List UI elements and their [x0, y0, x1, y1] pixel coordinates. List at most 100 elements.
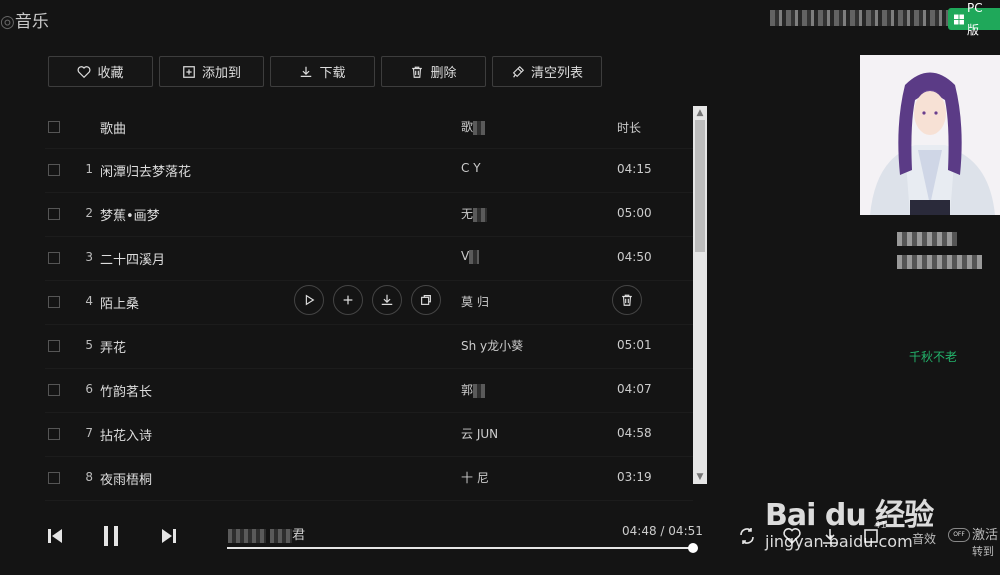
share-song-button[interactable] [411, 285, 441, 315]
progress-bar[interactable] [227, 543, 699, 553]
scroll-up-arrow[interactable]: ▲ [693, 106, 707, 120]
next-track-button[interactable] [158, 525, 180, 547]
repeat-mode-button[interactable] [737, 526, 757, 550]
song-duration: 03:19 [617, 470, 652, 484]
watermark-brand: Bai du 经验 [765, 498, 934, 533]
song-title[interactable]: 竹韵茗长 [100, 381, 152, 400]
previous-track-button[interactable] [44, 525, 66, 547]
song-title[interactable]: 拈花入诗 [100, 425, 152, 444]
row-number: 7 [85, 426, 93, 440]
baidu-jingyan-watermark: Bai du 经验 jingyan.baidu.com [765, 490, 1000, 560]
row-checkbox[interactable] [48, 428, 60, 440]
song-artist[interactable]: 莫 归 [461, 293, 489, 310]
row-number: 3 [85, 250, 93, 264]
now-playing-title[interactable]: 君 [228, 524, 305, 543]
next-icon [162, 529, 176, 543]
total-time: 04:51 [668, 524, 703, 538]
song-title[interactable]: 梦蕉•画梦 [100, 205, 160, 224]
download-icon [381, 294, 393, 305]
song-artist[interactable]: 云 JUN [461, 425, 498, 442]
share-icon [421, 295, 431, 305]
delete-button[interactable]: 删除 [381, 56, 486, 87]
song-title[interactable]: 陌上桑 [100, 293, 139, 312]
song-duration: 05:01 [617, 338, 652, 352]
song-title[interactable]: 二十四溪月 [100, 249, 165, 268]
delete-song-button[interactable] [612, 285, 642, 315]
row-checkbox[interactable] [48, 208, 60, 220]
row-checkbox[interactable] [48, 296, 60, 308]
song-title[interactable]: 弄花 [100, 337, 126, 356]
app-logo-text: ◎音乐 [0, 12, 49, 32]
pc-badge-label: PC版 [966, 1, 983, 37]
lyric-line: 千秋不老 [909, 350, 958, 364]
list-item[interactable]: 1 闲潭归去梦落花 C Y 04:15 [45, 149, 693, 193]
song-artist[interactable]: 十 尼 [461, 469, 489, 486]
broom-icon [512, 65, 525, 78]
clear-list-label: 清空列表 [530, 66, 583, 81]
row-number: 5 [85, 338, 93, 352]
add-square-icon [183, 65, 195, 78]
play-song-button[interactable] [294, 285, 324, 315]
list-item[interactable]: 3 二十四溪月 V 04:50 [45, 237, 693, 281]
song-artist[interactable]: V [461, 249, 480, 264]
row-checkbox[interactable] [48, 340, 60, 352]
row-number: 4 [85, 294, 93, 308]
select-all-checkbox[interactable] [48, 121, 60, 133]
watermark-url: jingyan.baidu.com [765, 532, 913, 551]
add-to-button[interactable]: 添加到 [159, 56, 264, 87]
progress-handle[interactable] [688, 543, 699, 553]
song-duration: 04:15 [617, 162, 652, 176]
row-checkbox[interactable] [48, 472, 60, 484]
list-item[interactable]: 4 陌上桑 莫 归 [45, 281, 693, 325]
pause-button[interactable] [99, 523, 123, 549]
plus-icon [343, 295, 353, 305]
windows-icon [954, 14, 964, 24]
download-button[interactable]: 下载 [270, 56, 375, 87]
favorite-button[interactable]: 收藏 [48, 56, 153, 87]
trash-icon [622, 294, 632, 306]
song-duration: 04:50 [617, 250, 652, 264]
song-duration: 04:07 [617, 382, 652, 396]
song-title[interactable]: 闲潭归去梦落花 [100, 161, 191, 180]
favorite-label: 收藏 [97, 66, 124, 81]
scrollbar-thumb[interactable] [695, 120, 705, 252]
row-checkbox[interactable] [48, 252, 60, 264]
download-icon [301, 66, 312, 77]
song-list: 歌曲 歌 时长 1 闲潭归去梦落花 C Y 04:15 2 梦蕉•画梦 无 05… [45, 106, 693, 501]
row-checkbox[interactable] [48, 384, 60, 396]
user-account-info[interactable] [770, 10, 948, 26]
download-song-button[interactable] [372, 285, 402, 315]
list-item[interactable]: 2 梦蕉•画梦 无 05:00 [45, 193, 693, 237]
current-time: 04:48 [622, 524, 657, 538]
pc-version-badge[interactable]: PC版 [948, 1, 1000, 37]
song-artist[interactable]: 郭 [461, 381, 486, 398]
song-artist[interactable]: Sh y龙小葵 [461, 337, 523, 354]
row-number: 6 [85, 382, 93, 396]
previous-icon [48, 529, 62, 543]
column-header-song: 歌曲 [100, 122, 127, 137]
row-number: 1 [85, 162, 93, 176]
add-song-button[interactable] [333, 285, 363, 315]
progress-fill [227, 547, 694, 549]
scroll-down-arrow[interactable]: ▼ [693, 470, 707, 484]
trash-icon [412, 66, 423, 78]
time-separator: / [660, 524, 665, 538]
list-item[interactable]: 6 竹韵茗长 郭 04:07 [45, 369, 693, 413]
artist-name-blurred [897, 255, 982, 269]
row-number: 8 [85, 470, 93, 484]
play-icon [305, 294, 315, 306]
song-artist[interactable]: C Y [461, 161, 481, 175]
delete-label: 删除 [430, 66, 457, 81]
list-header: 歌曲 歌 时长 [45, 106, 693, 149]
clear-list-button[interactable]: 清空列表 [492, 56, 602, 87]
song-title[interactable]: 夜雨梧桐 [100, 469, 152, 488]
add-to-label: 添加到 [201, 66, 241, 81]
list-item[interactable]: 8 夜雨梧桐 十 尼 03:19 [45, 457, 693, 501]
column-header-duration: 时长 [617, 121, 642, 135]
row-checkbox[interactable] [48, 164, 60, 176]
list-item[interactable]: 5 弄花 Sh y龙小葵 05:01 [45, 325, 693, 369]
download-label: 下载 [319, 66, 346, 81]
column-header-artist: 歌 [461, 118, 486, 135]
list-item[interactable]: 7 拈花入诗 云 JUN 04:58 [45, 413, 693, 457]
song-artist[interactable]: 无 [461, 205, 488, 222]
